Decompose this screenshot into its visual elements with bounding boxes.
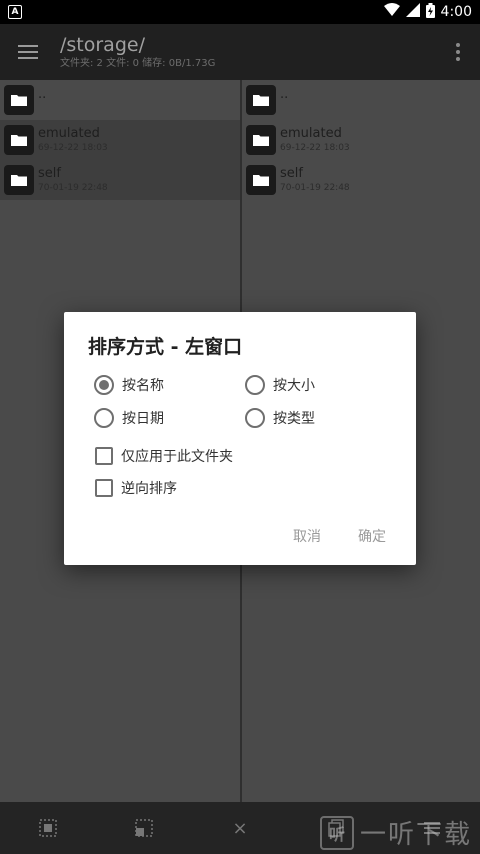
app-notification-icon: A	[8, 5, 22, 19]
folder-icon	[4, 165, 34, 195]
folder-name: self	[38, 166, 61, 181]
parent-folder-row[interactable]: ..	[0, 80, 240, 120]
option-label: 按大小	[273, 378, 315, 394]
close-icon: ×	[232, 817, 248, 839]
folder-icon	[246, 85, 276, 115]
radio-button[interactable]	[94, 408, 114, 428]
folder-name: self	[280, 166, 303, 181]
folder-stats: 文件夹: 2 文件: 0 储存: 0B/1.73G	[60, 57, 216, 69]
more-vert-icon	[456, 43, 460, 61]
folder-row-emulated[interactable]: emulated 69-12-22 18:03	[242, 120, 480, 160]
folder-icon	[4, 85, 34, 115]
folder-name: ..	[38, 87, 47, 102]
sort-by-type-option[interactable]: 按类型	[245, 408, 315, 428]
cancel-button[interactable]: 取消	[293, 526, 321, 546]
deselect-button[interactable]: ×	[210, 802, 270, 854]
radio-button[interactable]	[245, 408, 265, 428]
toolbar: /storage/ 文件夹: 2 文件: 0 储存: 0B/1.73G	[0, 24, 480, 80]
folder-icon	[246, 125, 276, 155]
this-folder-only-checkbox[interactable]: 仅应用于此文件夹	[95, 446, 233, 466]
ok-button[interactable]: 确定	[358, 526, 386, 546]
overflow-menu-button[interactable]	[436, 24, 480, 80]
sort-by-size-option[interactable]: 按大小	[245, 375, 315, 395]
watermark-text: 一听下载	[359, 820, 472, 850]
dialog-title: 排序方式 - 左窗口	[88, 336, 243, 358]
hamburger-icon	[18, 45, 38, 59]
folder-date: 70-01-19 22:48	[38, 183, 108, 193]
select-range-icon	[135, 819, 153, 837]
select-all-button[interactable]	[18, 802, 78, 854]
parent-folder-row[interactable]: ..	[242, 80, 480, 120]
option-label: 按日期	[122, 411, 164, 427]
option-label: 按名称	[122, 378, 164, 394]
status-time: 4:00	[440, 4, 472, 20]
folder-row-emulated[interactable]: emulated 69-12-22 18:03	[0, 120, 240, 160]
path-title: /storage/	[60, 33, 145, 56]
sort-by-date-option[interactable]: 按日期	[94, 408, 164, 428]
folder-row-self[interactable]: self 70-01-19 22:48	[242, 160, 480, 200]
watermark-logo: 听	[319, 815, 354, 850]
folder-name: ..	[280, 87, 289, 102]
checkbox-label: 仅应用于此文件夹	[121, 449, 233, 465]
folder-date: 69-12-22 18:03	[38, 143, 108, 153]
folder-icon	[4, 125, 34, 155]
folder-date: 70-01-19 22:48	[280, 183, 350, 193]
checkbox-label: 逆向排序	[121, 481, 177, 497]
watermark: 听 一听下载	[319, 814, 472, 851]
menu-button[interactable]	[0, 24, 56, 80]
reverse-order-checkbox[interactable]: 逆向排序	[95, 478, 177, 498]
folder-date: 69-12-22 18:03	[280, 143, 350, 153]
sort-dialog: 排序方式 - 左窗口 按名称 按大小 按日期 按类型 仅应用于此文件夹 逆向排序…	[64, 312, 416, 565]
select-all-icon	[39, 819, 57, 837]
radio-button-checked[interactable]	[94, 375, 114, 395]
wifi-icon	[383, 3, 400, 21]
folder-icon	[246, 165, 276, 195]
radio-button[interactable]	[245, 375, 265, 395]
select-range-button[interactable]	[114, 802, 174, 854]
battery-icon	[425, 2, 435, 22]
checkbox[interactable]	[95, 479, 113, 497]
folder-row-self[interactable]: self 70-01-19 22:48	[0, 160, 240, 200]
signal-icon	[405, 3, 420, 21]
status-bar: A 4:00	[0, 0, 480, 24]
checkbox[interactable]	[95, 447, 113, 465]
sort-by-name-option[interactable]: 按名称	[94, 375, 164, 395]
option-label: 按类型	[273, 411, 315, 427]
folder-name: emulated	[38, 126, 100, 141]
folder-name: emulated	[280, 126, 342, 141]
